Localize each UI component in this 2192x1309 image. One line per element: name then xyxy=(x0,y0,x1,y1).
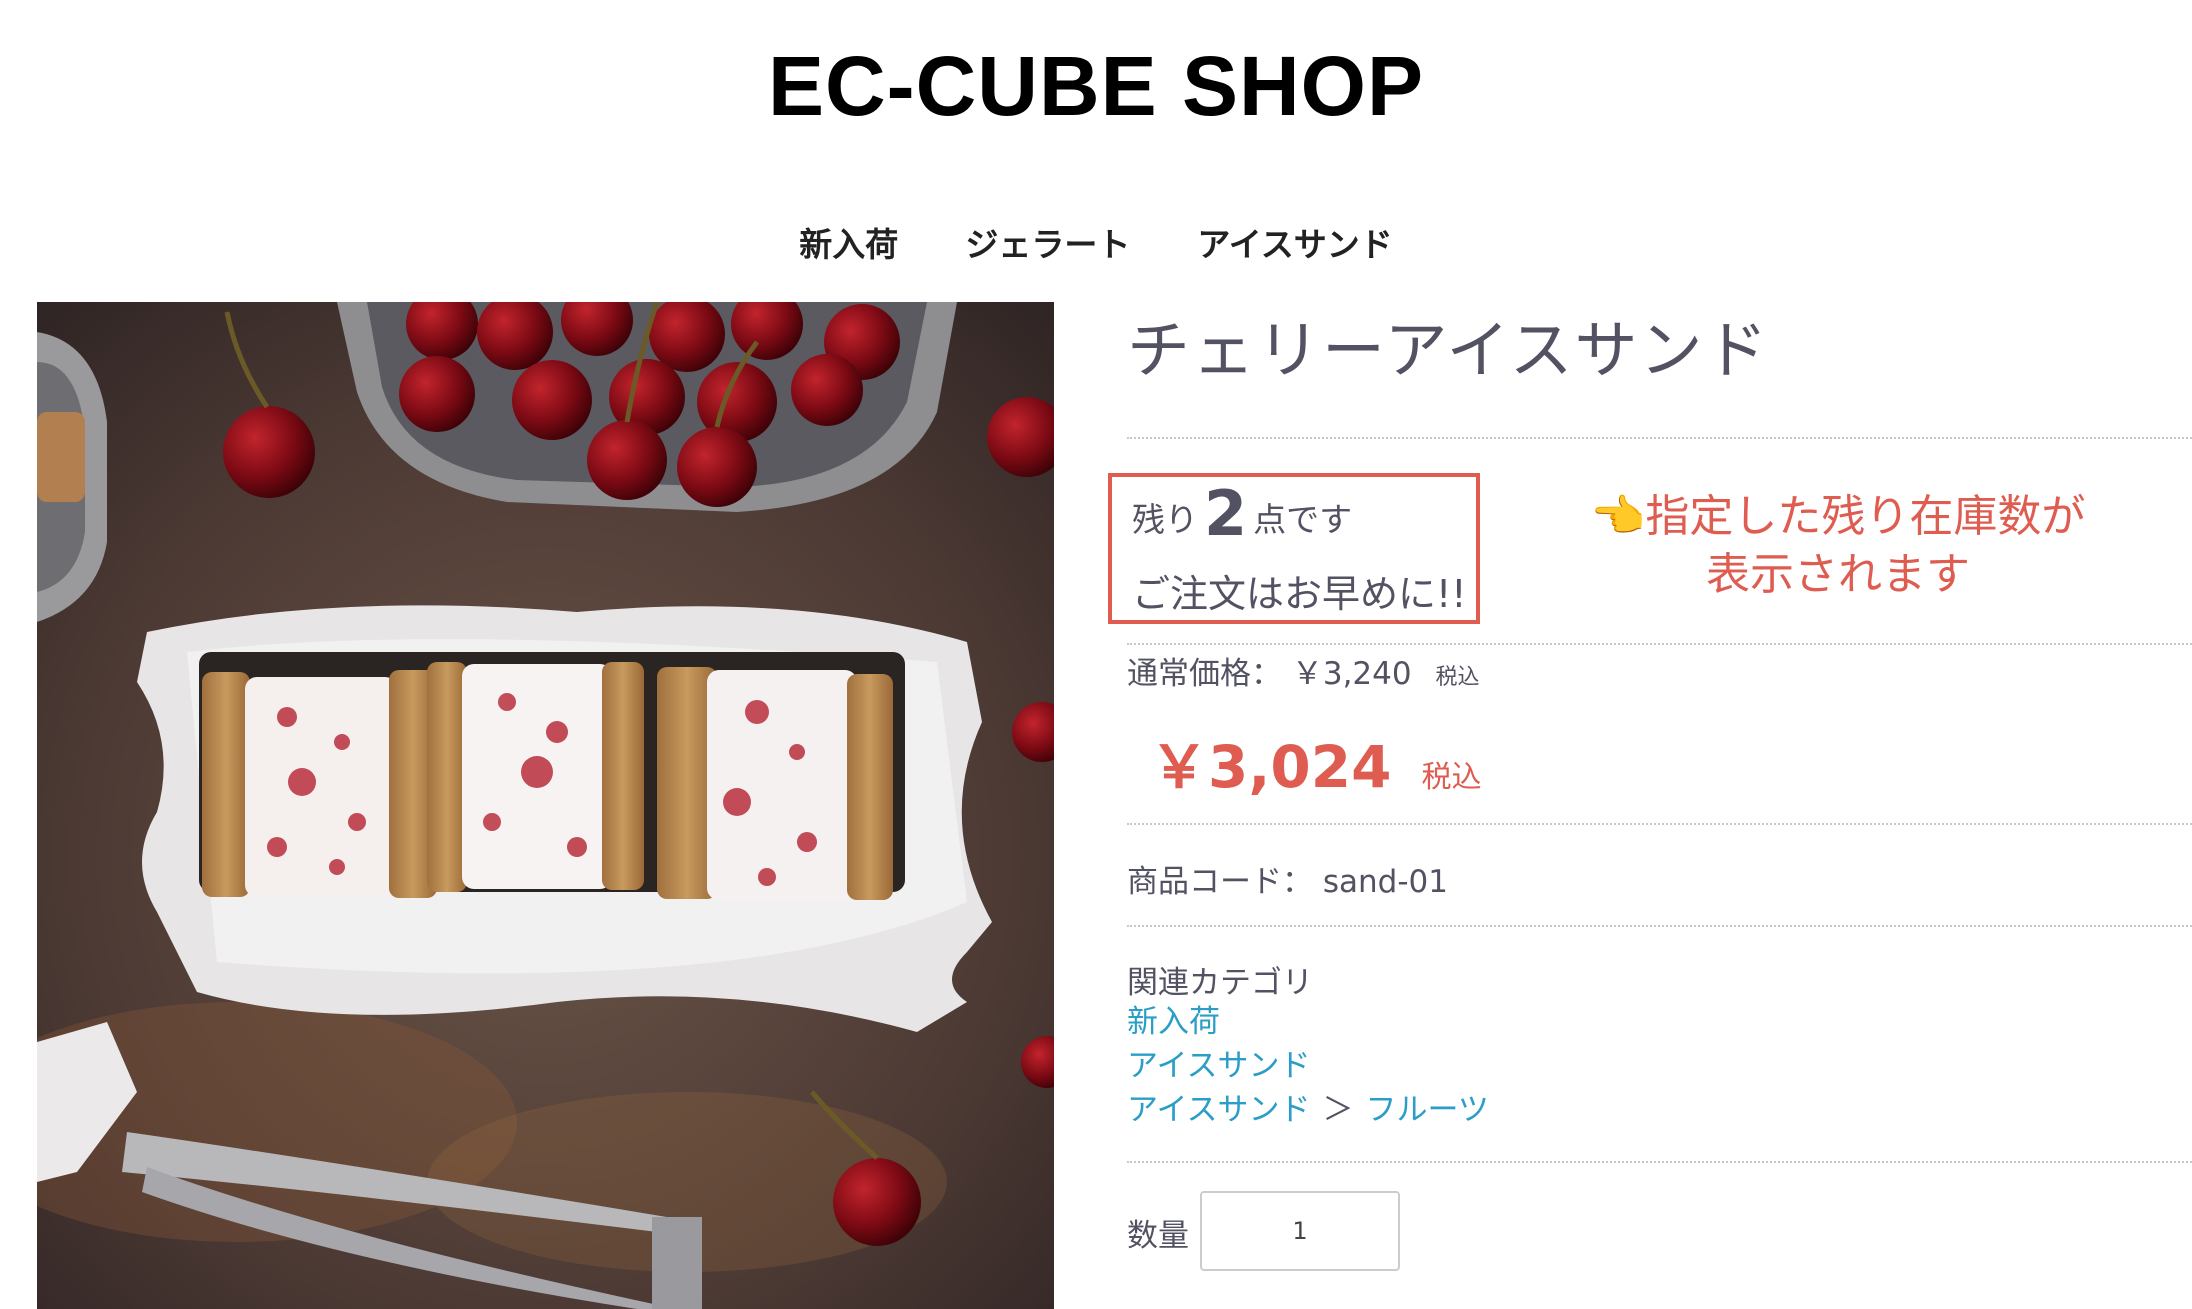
product-code-label: 商品コード： xyxy=(1127,864,1313,900)
related-category-list: 新入荷 アイスサンド アイスサンド ＞ フルーツ xyxy=(1127,1000,1489,1132)
stock-count-line: 残り2 点です xyxy=(1132,477,1352,550)
stock-remaining-box: 残り2 点です ご注文はお早めに!! xyxy=(1108,473,1480,624)
nav-item-new-arrivals[interactable]: 新入荷 xyxy=(799,218,898,266)
divider xyxy=(1127,925,2192,927)
related-category-title: 関連カテゴリ xyxy=(1127,965,1313,1001)
stock-count: 2 xyxy=(1204,477,1248,550)
annotation-callout: 👈指定した残り在庫数が 表示されます xyxy=(1568,488,2108,604)
shop-title[interactable]: EC-CUBE SHOP xyxy=(0,38,2192,135)
regular-price-value: ￥3,240 xyxy=(1291,656,1412,692)
callout-line1: 指定した残り在庫数が xyxy=(1645,491,2086,542)
category-link-ice-sandwich[interactable]: アイスサンド xyxy=(1127,1048,1311,1084)
divider xyxy=(1127,823,2192,825)
product-code: 商品コード： sand-01 xyxy=(1127,856,1448,901)
nav-item-ice-sandwich[interactable]: アイスサンド xyxy=(1197,218,1392,266)
divider xyxy=(1127,643,2192,645)
regular-price-tax: 税込 xyxy=(1435,665,1480,690)
product-image[interactable] xyxy=(37,302,1054,1309)
category-separator: ＞ xyxy=(1322,1092,1354,1128)
sale-price-value: ￥3,024 xyxy=(1150,733,1392,801)
regular-price: 通常価格： ￥3,240 税込 xyxy=(1127,648,1479,693)
sale-price: ￥3,024 税込 xyxy=(1150,720,1481,804)
product-code-value: sand-01 xyxy=(1322,864,1448,900)
stock-message: ご注文はお早めに!! xyxy=(1132,572,1467,616)
stock-suffix: 点です xyxy=(1253,500,1353,539)
category-link-fruits[interactable]: フルーツ xyxy=(1366,1092,1489,1128)
category-link-ice-sandwich-parent[interactable]: アイスサンド xyxy=(1127,1092,1311,1128)
category-link-new-arrivals[interactable]: 新入荷 xyxy=(1127,1004,1220,1040)
global-nav: 新入荷 ジェラート アイスサンド xyxy=(0,218,2192,266)
nav-item-gelato[interactable]: ジェラート xyxy=(965,218,1130,266)
product-detail: チェリーアイスサンド xyxy=(1127,300,2192,391)
callout-line2: 表示されます xyxy=(1706,549,1970,600)
divider xyxy=(1127,1161,2192,1163)
divider xyxy=(1127,437,2192,439)
quantity-input[interactable] xyxy=(1200,1191,1400,1271)
quantity-label: 数量 xyxy=(1127,1218,1189,1254)
sale-price-tax: 税込 xyxy=(1421,760,1482,795)
product-name: チェリーアイスサンド xyxy=(1127,314,1770,387)
regular-price-label: 通常価格： xyxy=(1127,656,1282,692)
stock-prefix: 残り xyxy=(1132,500,1198,539)
pointing-hand-icon: 👈 xyxy=(1590,491,1646,542)
